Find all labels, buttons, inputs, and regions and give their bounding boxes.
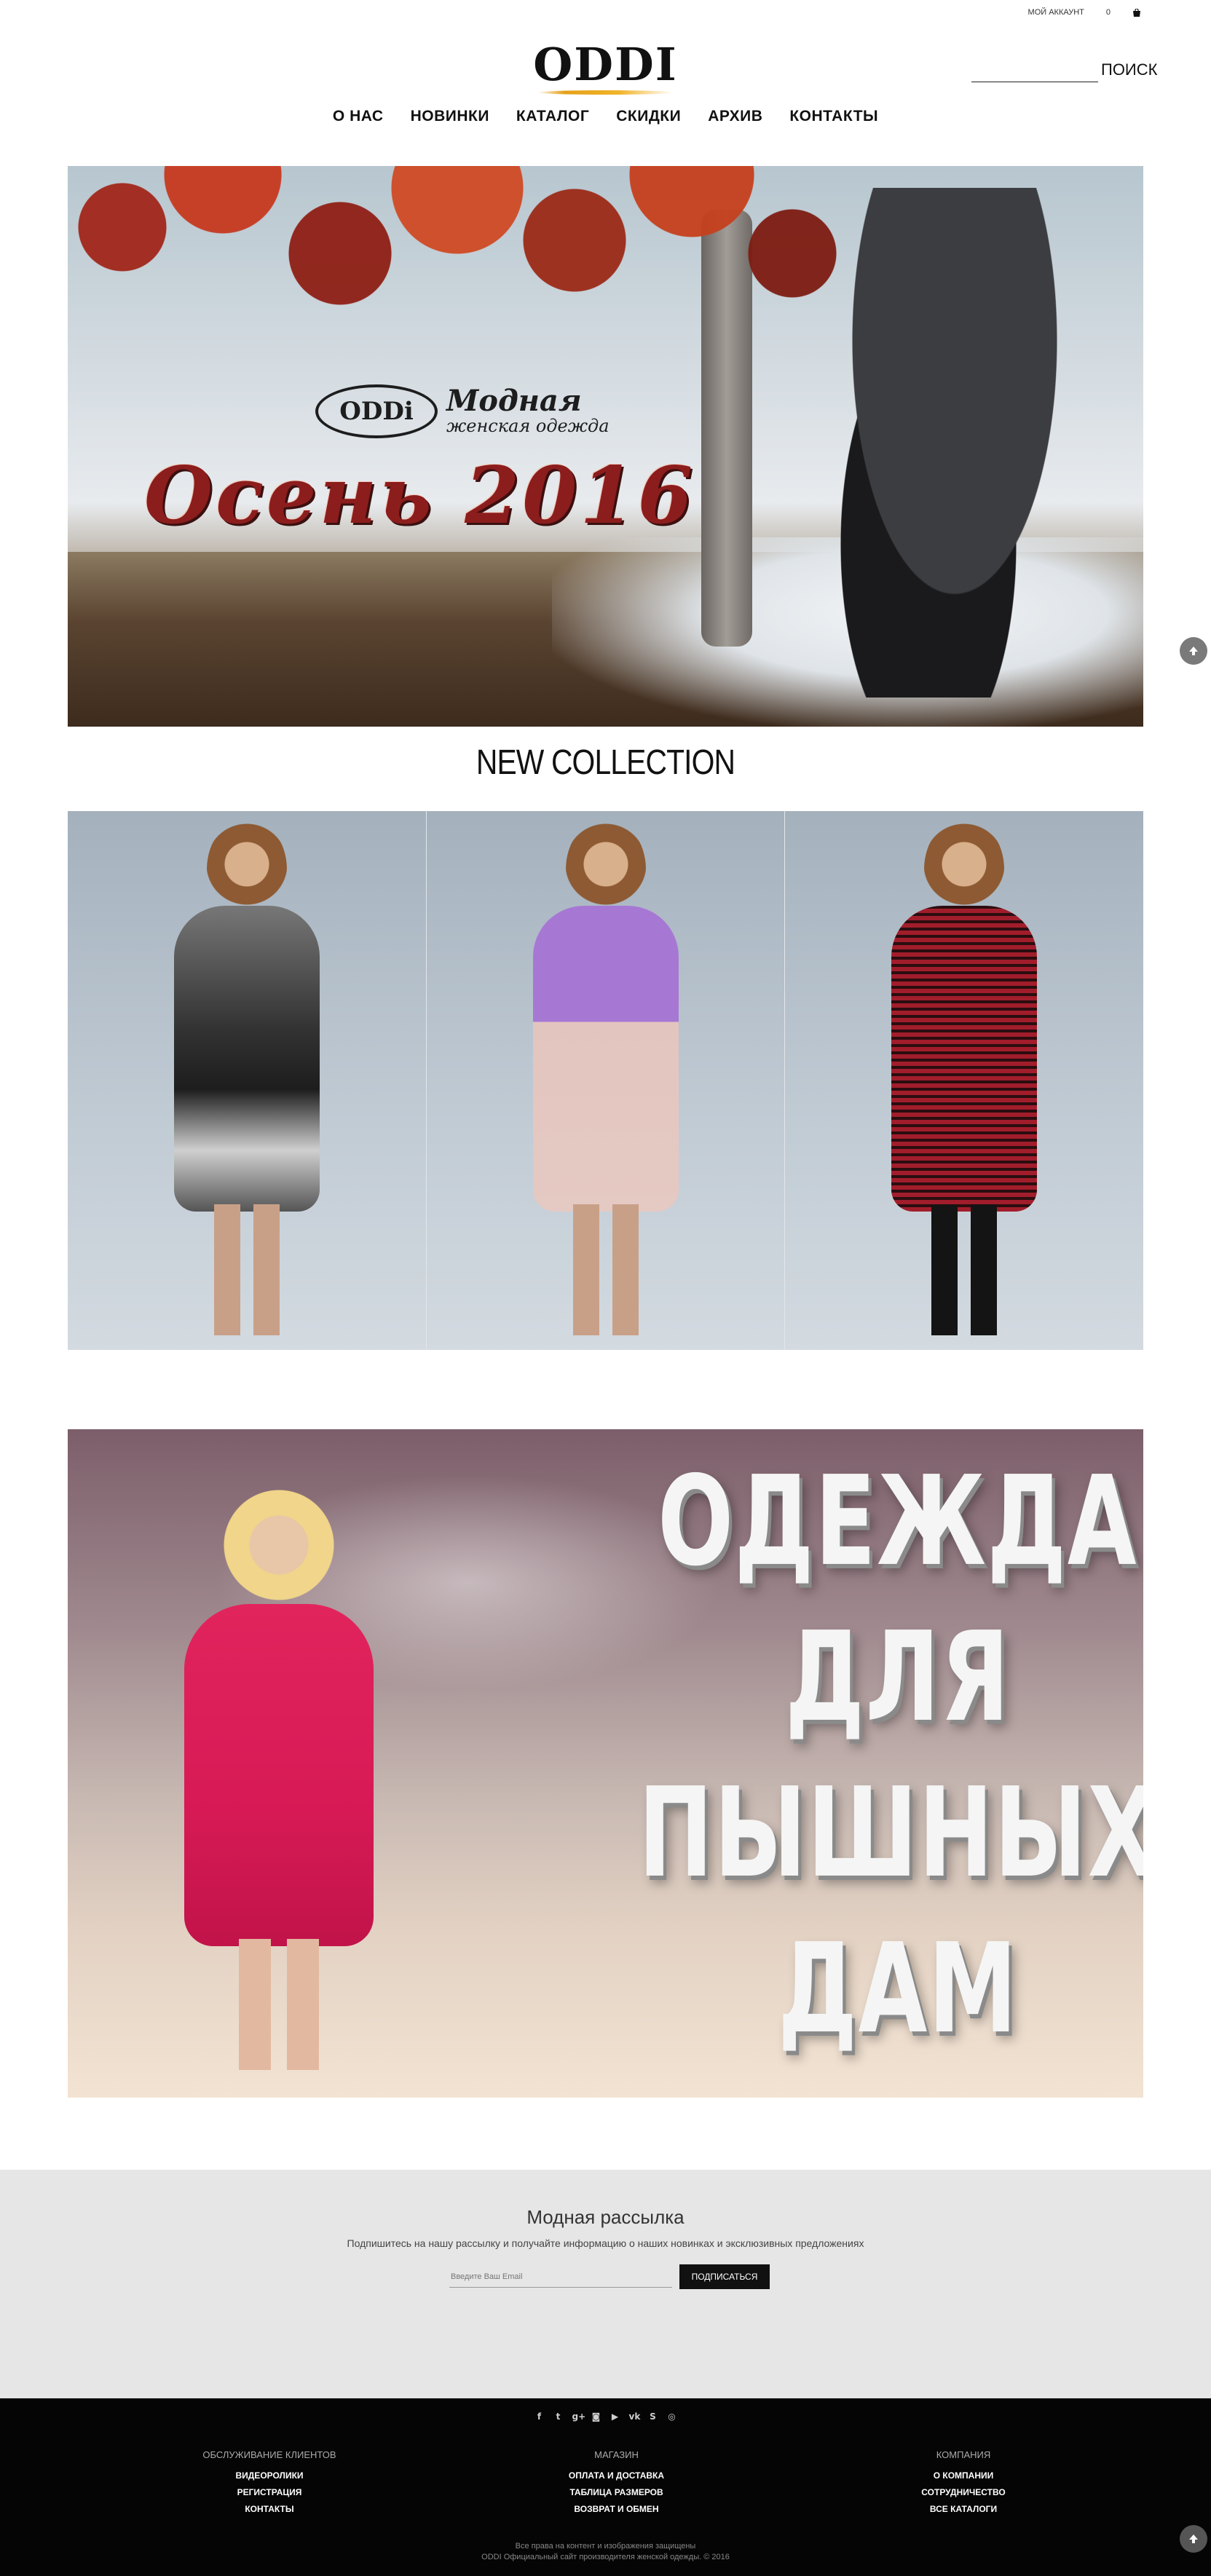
scroll-top-button[interactable] [1180, 637, 1207, 665]
footer-column-shop: МАГАЗИН ОПЛАТА И ДОСТАВКА ТАБЛИЦА РАЗМЕР… [544, 2449, 690, 2521]
search-button[interactable]: ПОИСК [1101, 62, 1157, 82]
footer-column-company: КОМПАНИЯ О КОМПАНИИ СОТРУДНИЧЕСТВО ВСЕ К… [891, 2449, 1036, 2521]
model-head [924, 818, 1005, 920]
hero-tagline-main: Модная [446, 384, 582, 418]
footer-column-title: МАГАЗИН [594, 2449, 639, 2460]
headline-line: ДЛЯ [785, 1605, 1011, 1750]
headline-line: ПЫШНЫХ [638, 1761, 1143, 1905]
newsletter-section: Модная рассылка Подпишитесь на нашу расс… [0, 2170, 1211, 2398]
hero-tagline-sub: женская одежда [446, 416, 610, 436]
footer-link-registration[interactable]: РЕГИСТРАЦИЯ [237, 2487, 302, 2497]
newsletter-title: Модная рассылка [526, 2206, 685, 2228]
newsletter-subtitle: Подпишитесь на нашу рассылку и получайте… [347, 2237, 864, 2249]
shopping-bag-icon[interactable] [1132, 7, 1141, 17]
facebook-icon[interactable]: f [535, 2411, 545, 2422]
coat-image [891, 906, 1038, 1212]
model-legs [213, 1204, 280, 1335]
nav-item-about[interactable]: О НАС [333, 108, 384, 125]
nav-item-catalog[interactable]: КАТАЛОГ [516, 108, 589, 125]
dress-image [173, 906, 320, 1212]
scroll-top-button[interactable] [1180, 2525, 1207, 2553]
footer-link-videos[interactable]: ВИДЕОРОЛИКИ [235, 2470, 303, 2481]
cart-count: 0 [1105, 8, 1111, 17]
social-links: f t g+ ◙ ▶ vk S ◎ [0, 2411, 1211, 2422]
main-nav: О НАС НОВИНКИ КАТАЛОГ СКИДКИ АРХИВ КОНТА… [0, 108, 1211, 125]
model-legs [572, 1204, 639, 1335]
footer-columns: ОБСЛУЖИВАНИЕ КЛИЕНТОВ ВИДЕОРОЛИКИ РЕГИСТ… [0, 2449, 1211, 2521]
dress-image [532, 906, 679, 1212]
headline-line: ОДЕЖДА [658, 1450, 1138, 1594]
nav-item-new[interactable]: НОВИНКИ [411, 108, 489, 125]
plus-size-headline: ОДЕЖДА ДЛЯ ПЫШНЫХ ДАМ [639, 1444, 1143, 2067]
footer: f t g+ ◙ ▶ vk S ◎ ОБСЛУЖИВАНИЕ КЛИЕНТОВ … [0, 2398, 1211, 2576]
footer-link-size-table[interactable]: ТАБЛИЦА РАЗМЕРОВ [569, 2487, 663, 2497]
collection-title: NEW COLLECTION [476, 743, 735, 782]
instagram-icon[interactable]: ◙ [591, 2411, 601, 2422]
nav-item-archive[interactable]: АРХИВ [708, 108, 762, 125]
plus-size-model [170, 1473, 388, 2070]
footer-column-title: ОБСЛУЖИВАНИЕ КЛИЕНТОВ [202, 2449, 336, 2460]
search-input[interactable] [971, 58, 1098, 82]
hero-logo: ODDi Модная женская одежда [315, 384, 610, 438]
subscribe-button[interactable]: ПОДПИСАТЬСЯ [679, 2264, 770, 2289]
arrow-up-icon [1189, 2534, 1198, 2543]
twitter-icon[interactable]: t [553, 2411, 564, 2422]
model-head [206, 818, 287, 920]
arrow-up-icon [1189, 647, 1198, 655]
site-logo[interactable]: ODDI [533, 42, 678, 95]
footer-link-payment[interactable]: ОПЛАТА И ДОСТАВКА [569, 2470, 664, 2481]
model-legs [931, 1204, 998, 1335]
copyright: Все права на контент и изображения защищ… [0, 2541, 1211, 2563]
copyright-line: Все права на контент и изображения защищ… [515, 2542, 696, 2551]
product-card[interactable] [68, 811, 427, 1350]
hero-season-title: Осень 2016 [144, 450, 695, 542]
model-legs [239, 1939, 319, 2070]
newsletter-form: ПОДПИСАТЬСЯ [449, 2264, 770, 2289]
plus-size-banner[interactable]: ОДЕЖДА ДЛЯ ПЫШНЫХ ДАМ [68, 1429, 1143, 2098]
footer-link-cooperation[interactable]: СОТРУДНИЧЕСТВО [921, 2487, 1005, 2497]
footer-column-title: КОМПАНИЯ [936, 2449, 991, 2460]
vk-icon[interactable]: vk [629, 2411, 641, 2422]
hero-banner[interactable]: ODDi Модная женская одежда Осень 2016 [68, 166, 1143, 727]
nav-item-contacts[interactable]: КОНТАКТЫ [789, 108, 878, 125]
hero-logo-oval: ODDi [315, 384, 438, 438]
search-box: ПОИСК [971, 58, 1157, 82]
headline-line: ДАМ [778, 1917, 1018, 2061]
hero-model [810, 188, 1073, 698]
pink-dress [184, 1604, 374, 1946]
product-card[interactable] [426, 811, 786, 1350]
email-field[interactable] [449, 2266, 672, 2288]
model-head [565, 818, 646, 920]
footer-link-catalogs[interactable]: ВСЕ КАТАЛОГИ [930, 2504, 997, 2514]
product-card[interactable] [785, 811, 1144, 1350]
hero-autumn-foliage [68, 166, 876, 384]
youtube-icon[interactable]: ▶ [610, 2411, 620, 2422]
odnoklassniki-icon[interactable]: ◎ [667, 2411, 677, 2422]
google-plus-icon[interactable]: g+ [572, 2411, 586, 2422]
account-link[interactable]: мой аккаунт [1028, 8, 1084, 17]
footer-link-about[interactable]: О КОМПАНИИ [934, 2470, 994, 2481]
nav-item-sale[interactable]: СКИДКИ [616, 108, 681, 125]
copyright-line: ODDI Официальный сайт производителя женс… [481, 2553, 730, 2561]
footer-column-service: ОБСЛУЖИВАНИЕ КЛИЕНТОВ ВИДЕОРОЛИКИ РЕГИСТ… [197, 2449, 342, 2521]
footer-link-returns[interactable]: ВОЗВРАТ И ОБМЕН [574, 2504, 658, 2514]
top-bar: мой аккаунт 0 [1028, 0, 1141, 25]
logo-swoosh [537, 90, 674, 95]
product-grid [68, 811, 1144, 1350]
hero-tagline: Модная женская одежда [446, 384, 610, 437]
skype-icon[interactable]: S [648, 2411, 658, 2422]
footer-link-contacts[interactable]: КОНТАКТЫ [245, 2504, 293, 2514]
